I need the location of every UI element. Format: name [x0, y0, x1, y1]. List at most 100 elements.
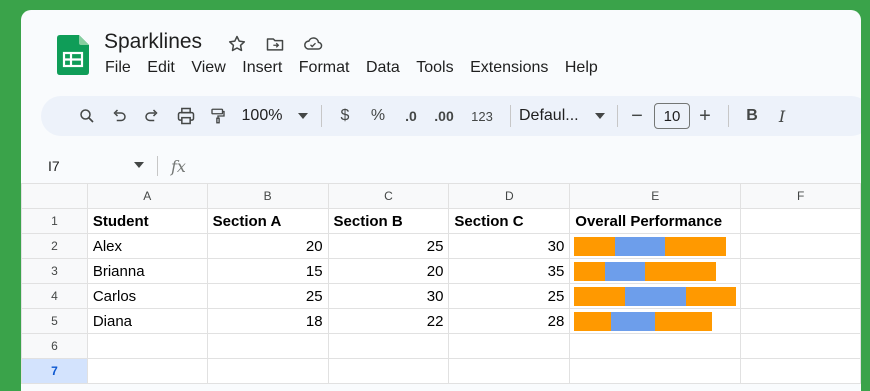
empty-cell[interactable]: [569, 358, 742, 384]
menu-help[interactable]: Help: [565, 59, 598, 77]
row-header-5[interactable]: 5: [21, 308, 88, 334]
column-header-c[interactable]: C: [327, 183, 450, 209]
currency-format-button[interactable]: $: [330, 101, 360, 131]
column-header-e[interactable]: E: [569, 183, 742, 209]
table-row: 3 Brianna 15 20 35: [21, 258, 861, 284]
zoom-dropdown-icon[interactable]: [293, 101, 313, 131]
section-b-cell[interactable]: 20: [327, 258, 450, 284]
section-a-cell[interactable]: 15: [206, 258, 329, 284]
menu-format[interactable]: Format: [299, 59, 350, 77]
column-header-b[interactable]: B: [206, 183, 329, 209]
decrease-font-size-button[interactable]: −: [626, 101, 648, 131]
sparkline-cell[interactable]: [569, 258, 742, 284]
menu-edit[interactable]: Edit: [147, 59, 175, 77]
column-header-a[interactable]: A: [86, 183, 208, 209]
row-header-6[interactable]: 6: [21, 333, 88, 359]
empty-cell[interactable]: [569, 333, 742, 359]
search-menus-icon[interactable]: [73, 101, 101, 131]
section-c-cell[interactable]: 35: [448, 258, 571, 284]
sparkline-cell[interactable]: [569, 283, 742, 309]
cloud-status-icon[interactable]: [302, 33, 324, 55]
student-cell[interactable]: Carlos: [86, 283, 208, 309]
header-cell[interactable]: Section B: [327, 208, 450, 234]
column-header-f[interactable]: F: [740, 183, 861, 209]
empty-cell[interactable]: [206, 358, 329, 384]
decrease-decimal-button[interactable]: .0: [396, 101, 426, 131]
section-c-cell[interactable]: 28: [448, 308, 571, 334]
print-icon[interactable]: [167, 101, 205, 131]
section-c-cell[interactable]: 25: [448, 283, 571, 309]
row-header-7[interactable]: 7: [21, 358, 88, 384]
sparkline-segment: [604, 261, 646, 281]
student-cell[interactable]: Alex: [86, 233, 208, 259]
column-header-d[interactable]: D: [448, 183, 571, 209]
name-box[interactable]: I7: [48, 158, 60, 174]
row-header-1[interactable]: 1: [21, 208, 88, 234]
menu-extensions[interactable]: Extensions: [470, 59, 548, 77]
student-cell[interactable]: Diana: [86, 308, 208, 334]
empty-cell[interactable]: [740, 208, 861, 234]
empty-cell[interactable]: [206, 333, 329, 359]
header-cell[interactable]: Section C: [448, 208, 571, 234]
section-b-cell[interactable]: 30: [327, 283, 450, 309]
font-size-input[interactable]: 10: [654, 103, 690, 129]
empty-cell[interactable]: [740, 358, 861, 384]
empty-cell[interactable]: [448, 333, 571, 359]
more-formats-button[interactable]: 123: [462, 101, 502, 131]
row-header-3[interactable]: 3: [21, 258, 88, 284]
sparkline-cell[interactable]: [569, 233, 742, 259]
empty-cell[interactable]: [327, 333, 450, 359]
toolbar-divider: [510, 105, 511, 127]
row-header-2[interactable]: 2: [21, 233, 88, 259]
formula-bar: I7 fx: [21, 150, 861, 182]
redo-icon[interactable]: [137, 101, 167, 131]
empty-cell[interactable]: [740, 258, 861, 284]
section-b-cell[interactable]: 22: [327, 308, 450, 334]
increase-decimal-button[interactable]: .00: [426, 101, 462, 131]
menu-data[interactable]: Data: [366, 59, 400, 77]
empty-cell[interactable]: [740, 308, 861, 334]
header-cell[interactable]: Student: [86, 208, 208, 234]
menu-file[interactable]: File: [105, 59, 131, 77]
paint-format-icon[interactable]: [205, 101, 231, 131]
empty-cell[interactable]: [740, 333, 861, 359]
section-b-cell[interactable]: 25: [327, 233, 450, 259]
sheets-logo-icon[interactable]: [57, 35, 89, 75]
name-box-dropdown-icon[interactable]: [134, 162, 144, 168]
sparkline-bar: [574, 286, 737, 306]
zoom-select[interactable]: 100%: [231, 101, 293, 131]
undo-icon[interactable]: [101, 101, 137, 131]
star-icon[interactable]: [226, 33, 248, 55]
select-all-corner[interactable]: [21, 183, 88, 209]
student-cell[interactable]: Brianna: [86, 258, 208, 284]
empty-cell[interactable]: [740, 233, 861, 259]
empty-cell[interactable]: [448, 358, 571, 384]
menu-insert[interactable]: Insert: [242, 59, 282, 77]
font-dropdown-icon[interactable]: [591, 101, 609, 131]
empty-cell[interactable]: [740, 283, 861, 309]
section-a-cell[interactable]: 25: [206, 283, 329, 309]
bold-button[interactable]: B: [737, 101, 767, 131]
row-header-4[interactable]: 4: [21, 283, 88, 309]
document-title[interactable]: Sparklines: [104, 30, 202, 54]
move-folder-icon[interactable]: [264, 33, 286, 55]
percent-format-button[interactable]: %: [360, 101, 396, 131]
empty-cell[interactable]: [327, 358, 450, 384]
sparkline-segment: [665, 236, 727, 256]
menu-view[interactable]: View: [191, 59, 225, 77]
sparkline-cell[interactable]: [569, 308, 742, 334]
section-c-cell[interactable]: 30: [448, 233, 571, 259]
increase-font-size-button[interactable]: +: [690, 101, 720, 131]
font-select[interactable]: Defaul...: [519, 101, 591, 131]
increase-decimal-label: .00: [434, 108, 454, 124]
header-cell[interactable]: Overall Performance: [569, 208, 742, 234]
table-row: 6: [21, 333, 861, 359]
italic-button[interactable]: I: [767, 101, 797, 131]
header-cell[interactable]: Section A: [206, 208, 329, 234]
menu-tools[interactable]: Tools: [416, 59, 453, 77]
section-a-cell[interactable]: 18: [206, 308, 329, 334]
section-a-cell[interactable]: 20: [206, 233, 329, 259]
empty-cell[interactable]: [86, 358, 208, 384]
toolbar-divider: [728, 105, 729, 127]
empty-cell[interactable]: [86, 333, 208, 359]
